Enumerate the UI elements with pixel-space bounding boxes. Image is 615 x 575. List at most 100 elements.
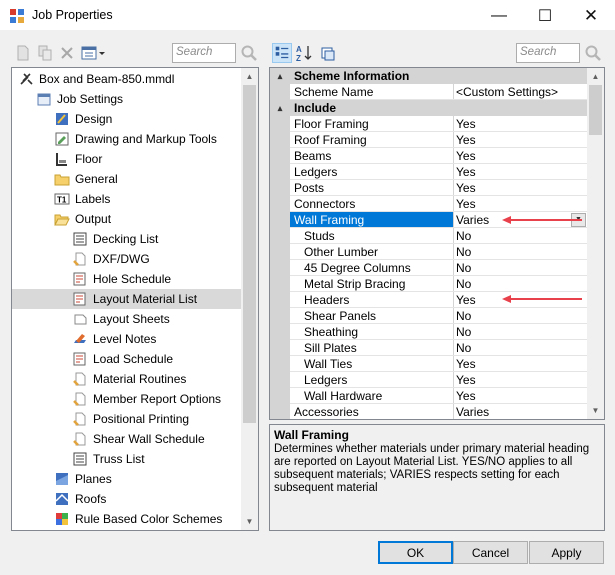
scroll-up-icon[interactable]: ▲: [241, 68, 258, 85]
grid-value-cell[interactable]: No: [454, 260, 588, 276]
grid-category-row[interactable]: ▴ Include: [270, 100, 588, 116]
grid-property-row[interactable]: Connectors Yes: [270, 196, 588, 212]
grid-value-cell[interactable]: Yes: [454, 388, 588, 404]
grid-property-value[interactable]: No: [456, 229, 471, 243]
grid-property-value[interactable]: Yes: [456, 197, 476, 211]
tree-item[interactable]: Output: [54, 209, 111, 229]
new-icon[interactable]: [14, 44, 32, 62]
grid-property-row[interactable]: Sill Plates No: [270, 340, 588, 356]
tree-item[interactable]: General: [54, 169, 118, 189]
copy-icon[interactable]: [36, 44, 54, 62]
grid-value-cell[interactable]: Yes: [454, 132, 588, 148]
grid-property-row[interactable]: Metal Strip Bracing No: [270, 276, 588, 292]
grid-property-row[interactable]: Scheme Name <Custom Settings>: [270, 84, 588, 100]
close-button[interactable]: ✕: [568, 0, 614, 31]
grid-property-row[interactable]: 45 Degree Columns No: [270, 260, 588, 276]
minimize-button[interactable]: —: [476, 0, 522, 31]
apply-button[interactable]: Apply: [529, 541, 604, 564]
tree-scroll-thumb[interactable]: [243, 85, 256, 423]
tree-item[interactable]: Decking List: [72, 229, 158, 249]
tree-item[interactable]: Member Report Options: [72, 389, 221, 409]
grid-value-cell[interactable]: No: [454, 340, 588, 356]
grid-property-value[interactable]: Yes: [456, 293, 476, 307]
tree-item[interactable]: Hole Schedule: [72, 269, 171, 289]
grid-value-cell[interactable]: Yes: [454, 148, 588, 164]
scroll-down-icon[interactable]: ▼: [587, 402, 604, 419]
left-search-input[interactable]: Search: [172, 43, 236, 63]
grid-property-row[interactable]: Floor Framing Yes: [270, 116, 588, 132]
tree-item[interactable]: Roofs: [54, 489, 106, 509]
search-icon[interactable]: [584, 44, 602, 62]
grid-property-value[interactable]: Yes: [456, 117, 476, 131]
ok-button[interactable]: OK: [378, 541, 453, 564]
grid-value-cell[interactable]: Yes: [454, 356, 588, 372]
right-search-input[interactable]: Search: [516, 43, 580, 63]
grid-value-cell[interactable]: <Custom Settings>: [454, 84, 588, 100]
grid-property-value[interactable]: Varies: [456, 213, 489, 227]
grid-property-value[interactable]: No: [456, 277, 471, 291]
grid-property-value[interactable]: No: [456, 341, 471, 355]
grid-property-row[interactable]: Wall Ties Yes: [270, 356, 588, 372]
grid-value-cell[interactable]: No: [454, 308, 588, 324]
scroll-down-icon[interactable]: ▼: [241, 513, 258, 530]
tree-item[interactable]: Box and Beam-850.mmdl: [18, 69, 174, 89]
grid-property-value[interactable]: Yes: [456, 133, 476, 147]
tree-item[interactable]: Planes: [54, 469, 112, 489]
grid-value-cell[interactable]: No: [454, 276, 588, 292]
grid-property-value[interactable]: Yes: [456, 181, 476, 195]
tree-item[interactable]: Layout Sheets: [72, 309, 170, 329]
tree-item[interactable]: Level Notes: [72, 329, 156, 349]
grid-property-value[interactable]: No: [456, 245, 471, 259]
grid-property-value[interactable]: No: [456, 261, 471, 275]
grid-value-cell[interactable]: Varies: [454, 404, 588, 419]
grid-scrollbar[interactable]: ▲ ▼: [587, 68, 604, 419]
grid-property-value[interactable]: No: [456, 309, 471, 323]
view-options-icon[interactable]: [80, 44, 106, 62]
tree-item[interactable]: Material Routines: [72, 369, 186, 389]
tree-scrollbar[interactable]: ▲ ▼: [241, 68, 258, 530]
grid-property-row[interactable]: Ledgers Yes: [270, 372, 588, 388]
grid-property-row[interactable]: Roof Framing Yes: [270, 132, 588, 148]
tree-item[interactable]: Layout Material List: [12, 289, 241, 309]
property-pages-icon[interactable]: [318, 43, 338, 63]
collapse-toggle-icon[interactable]: ▴: [274, 100, 286, 116]
search-icon[interactable]: [240, 44, 258, 62]
tree-item[interactable]: Load Schedule: [72, 349, 173, 369]
grid-property-value[interactable]: Yes: [456, 149, 476, 163]
grid-property-value[interactable]: No: [456, 325, 471, 339]
tree-item[interactable]: DXF/DWG: [72, 249, 150, 269]
tree-item[interactable]: Drawing and Markup Tools: [54, 129, 217, 149]
tree-item[interactable]: Job Settings: [36, 89, 123, 109]
grid-value-cell[interactable]: Yes: [454, 196, 588, 212]
grid-property-row[interactable]: Posts Yes: [270, 180, 588, 196]
grid-property-row[interactable]: Shear Panels No: [270, 308, 588, 324]
grid-value-cell[interactable]: No: [454, 228, 588, 244]
grid-property-row[interactable]: Accessories Varies: [270, 404, 588, 419]
tree-item[interactable]: Floor: [54, 149, 102, 169]
scroll-up-icon[interactable]: ▲: [587, 68, 604, 85]
grid-property-row[interactable]: Sheathing No: [270, 324, 588, 340]
categorized-view-icon[interactable]: [272, 43, 292, 63]
grid-property-row[interactable]: Beams Yes: [270, 148, 588, 164]
grid-property-row[interactable]: Wall Hardware Yes: [270, 388, 588, 404]
grid-property-value[interactable]: <Custom Settings>: [456, 85, 558, 99]
grid-property-value[interactable]: Yes: [456, 165, 476, 179]
maximize-button[interactable]: ☐: [522, 0, 568, 31]
grid-value-cell[interactable]: Yes: [454, 164, 588, 180]
grid-property-value[interactable]: Varies: [456, 405, 489, 419]
grid-property-row[interactable]: Other Lumber No: [270, 244, 588, 260]
grid-property-value[interactable]: Yes: [456, 373, 476, 387]
grid-property-row[interactable]: Studs No: [270, 228, 588, 244]
delete-icon[interactable]: [58, 44, 76, 62]
cancel-button[interactable]: Cancel: [453, 541, 528, 564]
tree-item[interactable]: Shear Wall Schedule: [72, 429, 205, 449]
alphabetical-sort-icon[interactable]: A Z: [294, 43, 314, 63]
grid-property-value[interactable]: Yes: [456, 389, 476, 403]
tree-item[interactable]: Design: [54, 109, 112, 129]
tree-item[interactable]: T1 Labels: [54, 189, 110, 209]
grid-value-cell[interactable]: Yes: [454, 372, 588, 388]
grid-value-cell[interactable]: No: [454, 324, 588, 340]
tree-item[interactable]: Rule Based Color Schemes: [54, 509, 222, 529]
grid-value-cell[interactable]: Yes: [454, 116, 588, 132]
grid-scroll-thumb[interactable]: [589, 85, 602, 135]
